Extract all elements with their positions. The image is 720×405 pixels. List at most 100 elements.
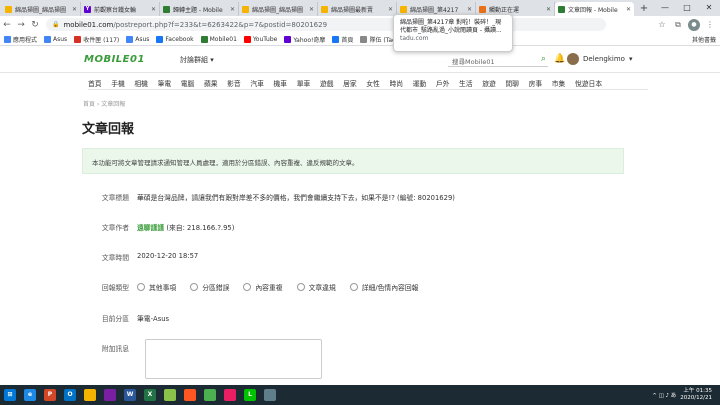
author-row: 文章作者 遠聊謹謹 (來自: 218.166.?.95) bbox=[82, 222, 642, 232]
bookmark-label: Asus bbox=[135, 35, 150, 43]
taskbar-media-icon[interactable] bbox=[100, 385, 120, 405]
taskbar-folder-icon[interactable] bbox=[80, 385, 100, 405]
address-bar[interactable]: 🔒 mobile01.com/postreport.php?f=233&t=62… bbox=[46, 18, 606, 31]
taskbar-chrome-icon[interactable] bbox=[200, 385, 220, 405]
category-nav-item[interactable]: 房事 bbox=[529, 74, 543, 89]
category-nav-item[interactable]: 市集 bbox=[552, 74, 566, 89]
taskbar-windows-icon[interactable]: ⊞ bbox=[0, 385, 20, 405]
report-type-radio[interactable]: 其他事項 bbox=[137, 282, 176, 292]
bookmark-item[interactable]: YouTube bbox=[243, 35, 277, 43]
category-nav-item[interactable]: 時尚 bbox=[389, 74, 403, 89]
category-nav-item[interactable]: 戶外 bbox=[436, 74, 450, 89]
close-tab-icon[interactable]: ✕ bbox=[388, 6, 393, 13]
profile-avatar[interactable]: ● bbox=[688, 18, 700, 31]
close-tab-icon[interactable]: ✕ bbox=[546, 6, 551, 13]
category-nav-item[interactable]: 蘋果 bbox=[204, 74, 218, 89]
category-nav-item[interactable]: 汽車 bbox=[250, 74, 264, 89]
message-textarea[interactable] bbox=[145, 339, 322, 379]
bookmark-item[interactable]: Mobile01 bbox=[200, 35, 237, 43]
close-tab-icon[interactable]: ✕ bbox=[72, 6, 77, 13]
bookmark-item[interactable]: 收件匣 (117) bbox=[74, 35, 119, 44]
category-nav-item[interactable]: 閒聊 bbox=[505, 74, 519, 89]
category-nav-item[interactable]: 女性 bbox=[366, 74, 380, 89]
notification-icon[interactable]: 🔔 bbox=[554, 54, 565, 64]
category-nav-item[interactable]: 相機 bbox=[134, 74, 148, 89]
close-tab-icon[interactable]: ✕ bbox=[230, 6, 235, 13]
taskbar-line-icon[interactable]: L bbox=[240, 385, 260, 405]
report-type-radio[interactable]: 內容重複 bbox=[243, 282, 283, 292]
category-nav-item[interactable]: 生活 bbox=[459, 74, 473, 89]
category-nav-item[interactable]: 旅遊 bbox=[482, 74, 496, 89]
tab-active[interactable]: 文章回報 - Mobile ✕ bbox=[555, 2, 634, 16]
user-menu[interactable]: Delengkimo ▾ bbox=[567, 53, 632, 65]
other-bookmarks[interactable]: 其他書籤 bbox=[692, 35, 720, 44]
category-nav-item[interactable]: 單車 bbox=[297, 74, 311, 89]
radio-circle-icon[interactable] bbox=[190, 283, 199, 291]
extensions-icon[interactable]: ⧉ bbox=[672, 19, 684, 31]
taskbar-app3-icon[interactable] bbox=[220, 385, 240, 405]
tab[interactable]: 綿品掃圖_綿品掃圖 ✕ bbox=[239, 2, 318, 16]
bookmark-item[interactable]: Asus bbox=[126, 35, 150, 43]
site-logo[interactable]: MOBILE01 bbox=[84, 54, 152, 67]
category-nav-item[interactable]: 電腦 bbox=[181, 74, 195, 89]
bookmark-item[interactable]: Asus bbox=[44, 35, 67, 43]
taskbar-outlook-icon[interactable]: O bbox=[60, 385, 80, 405]
close-tab-icon[interactable]: ✕ bbox=[151, 6, 156, 13]
tab-favicon-icon bbox=[5, 5, 12, 13]
close-tab-icon[interactable]: ✕ bbox=[626, 6, 631, 13]
minimize-button[interactable]: — bbox=[654, 0, 676, 16]
back-icon[interactable]: ← bbox=[0, 20, 14, 30]
report-type-radio[interactable]: 文章違規 bbox=[296, 282, 336, 292]
category-nav-item[interactable]: 居家 bbox=[343, 74, 357, 89]
reload-icon[interactable]: ↻ bbox=[28, 20, 42, 30]
taskbar-word-icon[interactable]: W bbox=[120, 385, 140, 405]
taskbar-ie-icon[interactable]: e bbox=[20, 385, 40, 405]
tab[interactable]: 歸轉主題 - Mobile ✕ bbox=[160, 2, 239, 16]
browser-toolbar: ← → ↻ 🔒 mobile01.com/postreport.php?f=23… bbox=[0, 16, 720, 33]
report-type-label: 回報類型 bbox=[101, 284, 129, 292]
site-search-input[interactable]: 搜尋Mobile01 ⌕ bbox=[448, 53, 548, 67]
category-nav-item[interactable]: 運動 bbox=[413, 74, 427, 89]
clock[interactable]: 上午 01:35 2020/12/21 bbox=[680, 388, 712, 402]
tab[interactable]: 綿品掃圖最新賣 ✕ bbox=[318, 2, 397, 16]
new-tab-button[interactable]: + bbox=[637, 2, 651, 16]
author-link[interactable]: 遠聊謹謹 bbox=[137, 224, 164, 232]
taskbar-excel-icon[interactable]: X bbox=[140, 385, 160, 405]
tab[interactable]: Y 前觀察台鐵女輪 ✕ bbox=[81, 2, 160, 16]
forward-icon[interactable]: → bbox=[14, 20, 28, 30]
taskbar-app4-icon[interactable] bbox=[260, 385, 280, 405]
tab[interactable]: 綿品掃圖_綿品掃圖 ✕ bbox=[2, 2, 81, 16]
maximize-button[interactable]: □ bbox=[676, 0, 698, 16]
bookmark-item[interactable]: 應用程式 bbox=[4, 35, 37, 44]
taskbar-app1-icon[interactable] bbox=[160, 385, 180, 405]
category-nav-item[interactable]: 手機 bbox=[111, 74, 125, 89]
bookmark-label: 首頁 bbox=[341, 36, 354, 44]
taskbar-app2-icon[interactable] bbox=[180, 385, 200, 405]
category-nav-item[interactable]: 悅遊日本 bbox=[575, 74, 602, 89]
category-nav-item[interactable]: 遊戲 bbox=[320, 74, 334, 89]
radio-circle-icon[interactable] bbox=[137, 283, 145, 291]
taskbar-powerpoint-icon[interactable]: P bbox=[40, 385, 60, 405]
menu-icon[interactable]: ⋮ bbox=[704, 19, 716, 31]
forum-group-dropdown[interactable]: 討論群組 ▾ bbox=[180, 55, 214, 65]
search-icon[interactable]: ⌕ bbox=[541, 54, 546, 64]
category-nav-item[interactable]: 首頁 bbox=[88, 74, 102, 89]
report-type-radio[interactable]: 詳細/色情內容回報 bbox=[349, 282, 418, 292]
category-nav-item[interactable]: 機車 bbox=[274, 74, 288, 89]
close-tab-icon[interactable]: ✕ bbox=[467, 6, 472, 13]
bookmark-item[interactable]: Yahoo!奇摩 bbox=[284, 35, 325, 44]
bookmark-item[interactable]: Facebook bbox=[156, 35, 194, 43]
tray-icons[interactable]: ^ ◫ ♪ あ bbox=[652, 391, 676, 399]
bookmark-item[interactable]: 首頁 bbox=[332, 35, 353, 44]
category-nav-item[interactable]: 影音 bbox=[227, 74, 241, 89]
tab-favicon-icon bbox=[479, 5, 486, 13]
close-window-button[interactable]: ✕ bbox=[698, 0, 720, 16]
star-icon[interactable]: ☆ bbox=[656, 19, 668, 31]
radio-circle-icon[interactable] bbox=[296, 283, 305, 291]
tab-strip: 綿品掃圖_綿品掃圖 ✕ Y 前觀察台鐵女輪 ✕ 歸轉主題 - Mobile ✕ 綿品掃圖_綿品… bbox=[0, 0, 720, 16]
radio-circle-icon[interactable] bbox=[349, 283, 358, 291]
category-nav-item[interactable]: 筆電 bbox=[158, 74, 172, 89]
radio-circle-icon[interactable] bbox=[243, 283, 252, 291]
report-type-radio[interactable]: 分區錯誤 bbox=[190, 282, 229, 292]
close-tab-icon[interactable]: ✕ bbox=[309, 6, 314, 13]
